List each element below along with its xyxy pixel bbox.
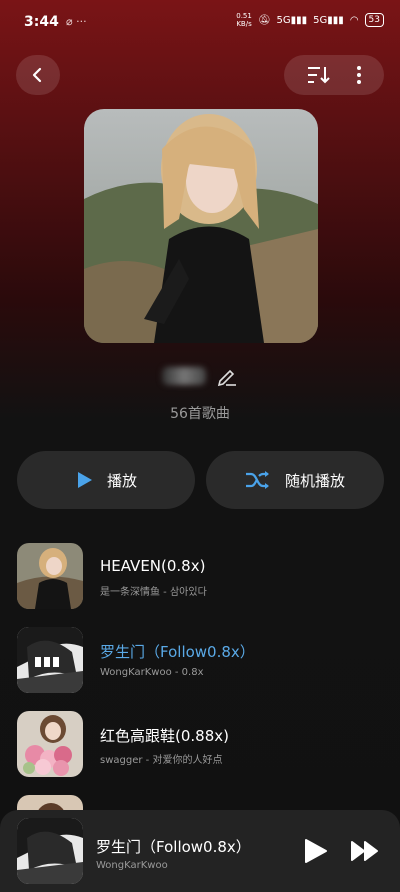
signal-icon-2: 5G▮▮▮ bbox=[313, 14, 344, 26]
status-bar: 3:44 ⌀ ··· 0.51 KB/s 🔕︎ 5G▮▮▮ 5G▮▮▮ ◠ 53 bbox=[0, 0, 400, 40]
shuffle-button[interactable]: 随机播放 bbox=[206, 451, 384, 509]
mini-player[interactable]: 罗生门（Follow0.8x） WongKarKwoo bbox=[0, 810, 400, 892]
song-artist: 是一条深情鱼 - 삼아있다 bbox=[100, 587, 207, 598]
chevron-left-icon bbox=[32, 67, 42, 83]
song-artist: WongKarKwoo - 0.8x bbox=[100, 667, 204, 678]
shuffle-icon bbox=[245, 471, 269, 489]
play-icon[interactable] bbox=[302, 838, 328, 864]
mute-icon: 🔕︎ bbox=[257, 14, 271, 26]
sort-icon[interactable] bbox=[306, 64, 330, 86]
playlist-title-row bbox=[0, 360, 400, 392]
playlist-cover bbox=[84, 109, 318, 343]
back-button[interactable] bbox=[16, 55, 60, 95]
now-playing-artist: WongKarKwoo bbox=[96, 860, 168, 871]
song-count: 56首歌曲 bbox=[170, 406, 230, 422]
now-playing-title: 罗生门（Follow0.8x） bbox=[96, 838, 251, 856]
cover-image bbox=[84, 109, 318, 343]
next-track-icon[interactable] bbox=[350, 840, 380, 862]
more-icon[interactable] bbox=[356, 65, 362, 85]
play-icon bbox=[77, 472, 92, 488]
battery-icon: 53 bbox=[364, 13, 384, 27]
network-speed: 0.51 KB/s bbox=[236, 12, 252, 28]
song-title: 红色高跟鞋(0.88x) bbox=[100, 727, 229, 745]
shuffle-label: 随机播放 bbox=[284, 471, 345, 490]
song-item-active[interactable]: 罗生门（Follow0.8x） WongKarKwoo - 0.8x bbox=[0, 627, 400, 697]
status-right: 0.51 KB/s 🔕︎ 5G▮▮▮ 5G▮▮▮ ◠ 53 bbox=[236, 12, 384, 28]
signal-icon-1: 5G▮▮▮ bbox=[276, 14, 308, 26]
notification-icons: ⌀ ··· bbox=[66, 15, 87, 28]
song-artist: swagger - 对爱你的人好点 bbox=[100, 755, 223, 766]
edit-icon[interactable] bbox=[216, 365, 238, 387]
song-thumbnail bbox=[17, 627, 83, 693]
play-all-label: 播放 bbox=[106, 471, 137, 490]
playlist-name-blurred bbox=[162, 367, 206, 385]
song-title: HEAVEN(0.8x) bbox=[100, 557, 206, 575]
now-playing-thumbnail bbox=[17, 818, 83, 884]
top-actions bbox=[284, 55, 384, 95]
song-thumbnail bbox=[17, 543, 83, 609]
play-all-button[interactable]: 播放 bbox=[17, 451, 195, 509]
song-title: 罗生门（Follow0.8x） bbox=[100, 643, 255, 661]
status-time: 3:44 bbox=[24, 14, 59, 30]
song-item[interactable]: 红色高跟鞋(0.88x) swagger - 对爱你的人好点 bbox=[0, 711, 400, 781]
song-thumbnail bbox=[17, 711, 83, 777]
wifi-icon: ◠ bbox=[349, 14, 359, 26]
song-item[interactable]: HEAVEN(0.8x) 是一条深情鱼 - 삼아있다 bbox=[0, 543, 400, 613]
